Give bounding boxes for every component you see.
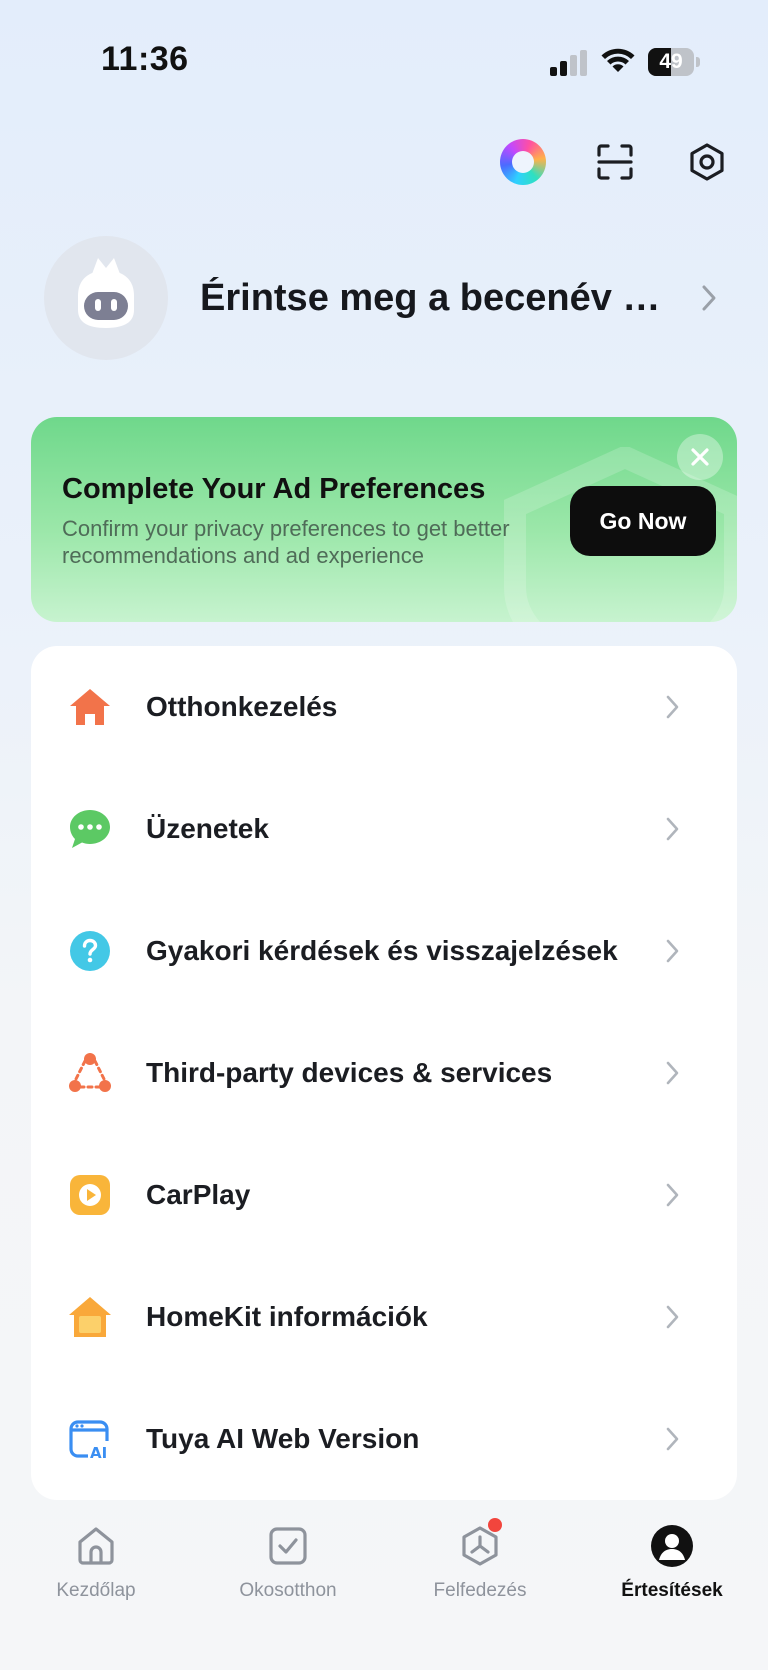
status-bar: 11:36 49 [0,0,768,110]
cellular-signal-icon [550,50,587,76]
homekit-icon [67,1294,113,1340]
nickname-label: Érintse meg a becenév me... [200,276,690,319]
chevron-right-icon [666,1427,679,1451]
profile-header[interactable]: Érintse meg a becenév me... [44,236,744,360]
robot-avatar-icon [78,258,134,328]
tab-explore[interactable]: Felfedezés [400,1518,560,1624]
settings-button[interactable] [681,136,733,188]
battery-icon: 49 [648,48,700,76]
menu-item-third-party[interactable]: Third-party devices & services [31,1012,737,1134]
chevron-right-icon [666,1305,679,1329]
menu-item-label: Otthonkezelés [146,691,338,722]
bottom-navigation: Kezdőlap Okosotthon Felfedezés Értesítés… [0,1508,768,1670]
ai-web-icon: AI [67,1416,113,1462]
wifi-icon [601,48,635,72]
ad-close-button[interactable] [677,434,723,480]
smart-check-icon [266,1524,310,1568]
battery-level: 49 [659,50,683,73]
tab-label: Felfedezés [433,1580,527,1601]
menu-item-label: HomeKit információk [146,1301,428,1332]
carplay-icon [67,1172,113,1218]
tab-label: Okosotthon [239,1580,337,1601]
home-icon [67,684,113,730]
menu-item-faq-feedback[interactable]: Gyakori kérdések és visszajelzések [31,890,737,1012]
menu-item-homekit[interactable]: HomeKit információk [31,1256,737,1378]
explore-icon [458,1518,502,1568]
tab-smart-home[interactable]: Okosotthon [208,1524,368,1624]
chevron-right-icon [666,1183,679,1207]
status-time: 11:36 [101,40,189,78]
menu-item-label: Tuya AI Web Version [146,1423,420,1454]
menu-item-label: Gyakori kérdések és visszajelzések [146,935,618,966]
menu-item-label: Third-party devices & services [146,1057,553,1088]
home-outline-icon [74,1524,118,1568]
chevron-right-icon [666,695,679,719]
notification-dot [488,1518,502,1532]
profile-icon [650,1524,694,1568]
tab-notifications[interactable]: Értesítések [592,1524,752,1624]
connections-icon [67,1050,113,1096]
help-icon [67,928,113,974]
go-now-button[interactable]: Go Now [570,486,716,556]
close-icon [691,448,709,466]
menu-item-carplay[interactable]: CarPlay [31,1134,737,1256]
menu-item-label: Üzenetek [146,813,269,844]
menu-item-home-management[interactable]: Otthonkezelés [31,646,737,768]
tab-home[interactable]: Kezdőlap [16,1524,176,1624]
menu-item-messages[interactable]: Üzenetek [31,768,737,890]
scan-icon [597,144,633,180]
menu-item-ai-web[interactable]: AI Tuya AI Web Version [31,1378,737,1500]
ai-assistant-button[interactable] [497,136,549,188]
svg-text:AI: AI [90,1444,107,1461]
tab-label: Kezdőlap [56,1580,136,1601]
chevron-right-icon [666,1061,679,1085]
menu-card: Otthonkezelés Üzenetek Gyakori kérdések … [31,646,737,1500]
ai-assistant-icon [500,139,546,185]
tab-label: Értesítések [621,1580,723,1601]
ad-title: Complete Your Ad Preferences [62,473,486,505]
avatar[interactable] [44,236,168,360]
chevron-right-icon [666,939,679,963]
chevron-right-icon [666,817,679,841]
chat-bubble-icon [67,806,113,852]
gear-icon [690,143,724,181]
ad-preferences-banner[interactable]: Complete Your Ad Preferences Confirm you… [31,417,737,622]
ad-description: Confirm your privacy preferences to get … [62,516,510,568]
chevron-right-icon [702,285,716,311]
menu-item-label: CarPlay [146,1179,251,1210]
scan-button[interactable] [589,136,641,188]
